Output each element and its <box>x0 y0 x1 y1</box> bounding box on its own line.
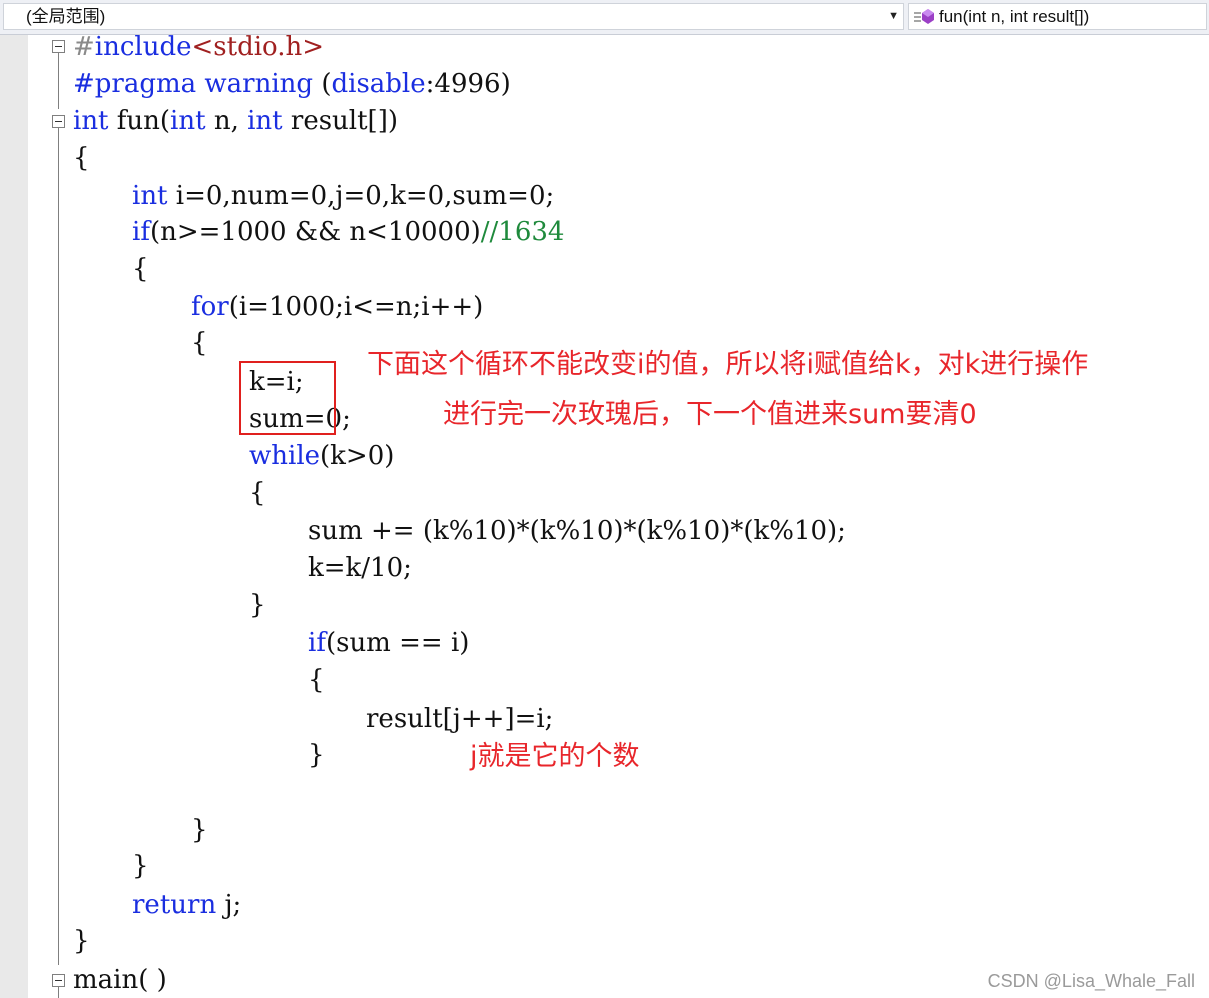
outline-guide <box>58 987 59 998</box>
function-dropdown[interactable]: fun(int n, int result[]) <box>908 3 1207 30</box>
control-keyword: return <box>132 890 217 920</box>
code-line-include: #include<stdio.h> <box>73 32 324 62</box>
annotation-note-loop: 下面这个循环不能改变i的值，所以将i赋值给k，对k进行操作 <box>367 349 1089 380</box>
code-line-brace: { <box>132 254 149 284</box>
annotation-note-count: j就是它的个数 <box>470 741 640 772</box>
code-text: n, <box>205 106 248 136</box>
outline-guide <box>58 128 59 965</box>
method-icon <box>914 9 934 24</box>
outline-guide <box>58 53 59 109</box>
code-line-brace: { <box>191 328 208 358</box>
code-line-declarations: int i=0,num=0,j=0,k=0,sum=0; <box>132 181 554 211</box>
code-text: (i=1000;i<=n;i++) <box>228 292 484 322</box>
scope-dropdown-value: (全局范围) <box>26 7 106 26</box>
code-line-for: for(i=1000;i<=n;i++) <box>191 292 483 322</box>
code-text: result[]) <box>282 106 398 136</box>
scope-dropdown[interactable]: (全局范围) ▼ <box>3 3 904 30</box>
code-text: :4996) <box>425 69 511 99</box>
type-keyword: int <box>247 106 283 136</box>
code-text: i=0,num=0,j=0,k=0,sum=0; <box>167 181 555 211</box>
highlight-box <box>239 361 336 435</box>
code-text: (k>0) <box>320 441 395 471</box>
editor-margin <box>0 35 28 998</box>
code-line-if-sum: if(sum == i) <box>308 628 469 658</box>
code-text: (n>=1000 && n<10000) <box>149 217 481 247</box>
code-line-return: return j; <box>132 890 241 920</box>
code-editor[interactable]: #include<stdio.h> #pragma warning (disab… <box>0 32 1209 998</box>
annotation-note-sum-reset: 进行完一次玫瑰后，下一个值进来sum要清0 <box>443 399 977 430</box>
code-line-brace: } <box>308 740 325 770</box>
code-text: j; <box>216 890 242 920</box>
code-line-divide: k=k/10; <box>308 553 412 583</box>
code-line-brace: { <box>249 478 266 508</box>
pragma-keyword: #pragma warning <box>73 69 314 99</box>
dropdown-arrow-icon[interactable]: ▼ <box>888 4 899 29</box>
code-line-sum: sum += (k%10)*(k%10)*(k%10)*(k%10); <box>308 516 846 546</box>
control-keyword: while <box>249 441 321 471</box>
pragma-keyword: disable <box>331 69 426 99</box>
code-text: fun( <box>108 106 171 136</box>
code-text: ( <box>313 69 332 99</box>
type-keyword: int <box>132 181 168 211</box>
function-dropdown-value: fun(int n, int result[]) <box>939 7 1090 26</box>
control-keyword: if <box>132 217 150 247</box>
code-line-brace: { <box>73 143 90 173</box>
code-line-store-result: result[j++]=i; <box>366 704 554 734</box>
code-line-main: main( ) <box>73 965 167 995</box>
code-line-if-range: if(n>=1000 && n<10000)//1634 <box>132 217 564 247</box>
type-keyword: int <box>170 106 206 136</box>
preprocessor-hash: # <box>73 32 95 62</box>
type-keyword: int <box>73 106 109 136</box>
collapse-toggle-icon[interactable] <box>52 974 65 987</box>
preprocessor-directive: include <box>94 32 192 62</box>
code-line-brace: } <box>132 851 149 881</box>
code-text: (sum == i) <box>325 628 470 658</box>
control-keyword: for <box>191 292 229 322</box>
collapse-toggle-icon[interactable] <box>52 115 65 128</box>
code-line-brace: } <box>249 590 266 620</box>
include-path: <stdio.h> <box>191 32 325 62</box>
code-line-fun-signature: int fun(int n, int result[]) <box>73 106 398 136</box>
code-line-pragma: #pragma warning (disable:4996) <box>73 69 511 99</box>
watermark: CSDN @Lisa_Whale_Fall <box>987 971 1195 991</box>
code-line-brace: { <box>308 665 325 695</box>
code-comment: //1634 <box>480 217 565 247</box>
navigation-bar: (全局范围) ▼ fun(int n, int result[]) <box>0 0 1209 35</box>
control-keyword: if <box>308 628 326 658</box>
code-line-brace: } <box>73 926 90 956</box>
collapse-toggle-icon[interactable] <box>52 40 65 53</box>
code-line-while: while(k>0) <box>249 441 394 471</box>
code-line-brace: } <box>191 815 208 845</box>
